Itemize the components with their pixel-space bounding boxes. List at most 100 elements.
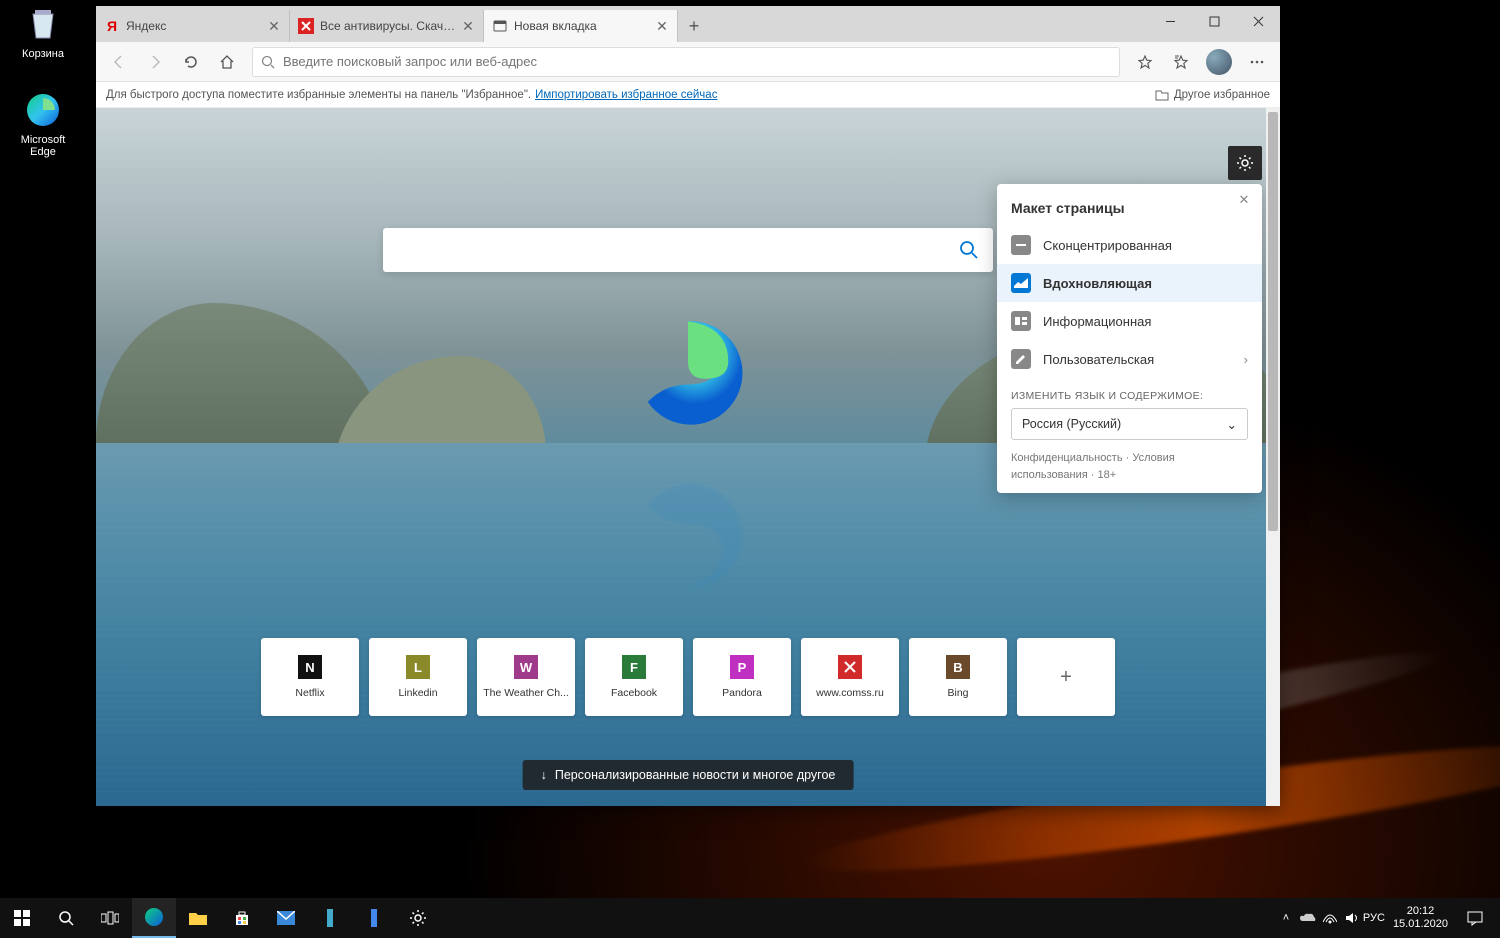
tile-icon: W (514, 655, 538, 679)
quicklink-bing[interactable]: B Bing (909, 638, 1007, 716)
tray-chevron-up-icon[interactable]: ˄ (1275, 912, 1297, 924)
language-value: Россия (Русский) (1022, 417, 1121, 431)
taskbar-store[interactable] (220, 898, 264, 938)
favorite-star-button[interactable] (1128, 46, 1162, 78)
tab-yandex[interactable]: Я Яндекс ✕ (96, 10, 290, 42)
tab-close-button[interactable]: ✕ (655, 19, 669, 33)
task-view-button[interactable] (88, 898, 132, 938)
language-select[interactable]: Россия (Русский) ⌄ (1011, 408, 1248, 440)
edge-logo (631, 316, 746, 431)
tile-icon: N (298, 655, 322, 679)
new-tab-button[interactable]: + (678, 10, 710, 42)
desktop-icon-recycle-bin[interactable]: Корзина (8, 4, 78, 60)
taskbar-app2[interactable] (352, 898, 396, 938)
tray-time: 20:12 (1393, 905, 1448, 918)
quicklink-weather[interactable]: WThe Weather Ch... (477, 638, 575, 716)
yandex-icon: Я (104, 18, 120, 34)
favorites-list-button[interactable] (1164, 46, 1198, 78)
import-favorites-link[interactable]: Импортировать избранное сейчас (535, 89, 717, 101)
taskbar-mail[interactable] (264, 898, 308, 938)
taskbar-edge[interactable] (132, 898, 176, 938)
home-button[interactable] (210, 46, 244, 78)
chevron-right-icon: › (1244, 352, 1248, 367)
flyout-footer: Конфиденциальность · Условия использован… (997, 440, 1262, 483)
refresh-button[interactable] (174, 46, 208, 78)
tile-label: Facebook (611, 687, 657, 699)
focused-layout-icon (1011, 235, 1031, 255)
maximize-button[interactable] (1192, 6, 1236, 36)
svg-text:Я: Я (107, 18, 117, 34)
layout-option-informational[interactable]: Информационная (997, 302, 1262, 340)
tab-close-button[interactable]: ✕ (461, 19, 475, 33)
personalized-news-button[interactable]: ↓ Персонализированные новости и многое д… (523, 760, 854, 790)
personalized-label: Персонализированные новости и многое дру… (555, 768, 836, 782)
start-button[interactable] (0, 898, 44, 938)
layout-option-focused[interactable]: Сконцентрированная (997, 226, 1262, 264)
taskbar-search-button[interactable] (44, 898, 88, 938)
favorites-hint-text: Для быстрого доступа поместите избранные… (106, 89, 531, 101)
layout-option-inspiring[interactable]: Вдохновляющая (997, 264, 1262, 302)
favorites-bar: Для быстрого доступа поместите избранные… (96, 82, 1280, 108)
minimize-button[interactable] (1148, 6, 1192, 36)
layout-option-label: Вдохновляющая (1043, 276, 1152, 291)
privacy-link[interactable]: Конфиденциальность (1011, 452, 1123, 464)
info-layout-icon (1011, 311, 1031, 331)
other-favorites-label: Другое избранное (1174, 89, 1270, 101)
new-tab-page: ✕ Макет страницы Сконцентрированная Вдох… (96, 108, 1280, 806)
close-window-button[interactable] (1236, 6, 1280, 36)
action-center-button[interactable] (1456, 910, 1494, 926)
tile-label: Netflix (295, 687, 324, 699)
window-controls (1148, 6, 1280, 36)
layout-option-label: Сконцентрированная (1043, 238, 1172, 253)
quicklink-pandora[interactable]: PPandora (693, 638, 791, 716)
tray-onedrive-icon[interactable] (1297, 913, 1319, 923)
taskbar-explorer[interactable] (176, 898, 220, 938)
desktop-icon-edge[interactable]: Microsoft Edge (8, 90, 78, 158)
profile-avatar[interactable] (1206, 49, 1232, 75)
tile-label: Pandora (722, 687, 762, 699)
taskbar-app1[interactable] (308, 898, 352, 938)
taskbar-settings[interactable] (396, 898, 440, 938)
scrollbar-thumb[interactable] (1268, 112, 1278, 531)
quicklink-add[interactable]: + (1017, 638, 1115, 716)
arrow-down-icon: ↓ (541, 768, 547, 782)
tile-icon: L (406, 655, 430, 679)
tab-title: Все антивирусы. Скачать беспл (320, 19, 457, 33)
desktop-icon-label: Microsoft Edge (8, 134, 78, 158)
back-button[interactable] (102, 46, 136, 78)
tray-language[interactable]: РУС (1363, 912, 1385, 924)
comss-icon (298, 18, 314, 34)
forward-button[interactable] (138, 46, 172, 78)
edge-logo-reflection (631, 478, 746, 593)
tile-icon: B (946, 655, 970, 679)
tray-clock[interactable]: 20:12 15.01.2020 (1385, 905, 1456, 931)
address-input[interactable] (283, 54, 1111, 69)
system-tray: ˄ РУС 20:12 15.01.2020 (1275, 905, 1500, 931)
tile-label: www.comss.ru (816, 687, 884, 699)
quicklink-linkedin[interactable]: LLinkedin (369, 638, 467, 716)
nav-toolbar (96, 42, 1280, 82)
tray-volume-icon[interactable] (1341, 912, 1363, 924)
ntp-search-box[interactable] (383, 228, 993, 272)
browser-window: Я Яндекс ✕ Все антивирусы. Скачать беспл… (96, 6, 1280, 806)
quicklink-netflix[interactable]: N Netflix (261, 638, 359, 716)
quicklink-comss[interactable]: www.comss.ru (801, 638, 899, 716)
layout-option-custom[interactable]: Пользовательская › (997, 340, 1262, 378)
tab-title: Новая вкладка (514, 19, 651, 33)
folder-icon (1155, 88, 1169, 102)
tab-close-button[interactable]: ✕ (267, 19, 281, 33)
tab-strip: Я Яндекс ✕ Все антивирусы. Скачать беспл… (96, 6, 1280, 42)
more-menu-button[interactable] (1240, 46, 1274, 78)
layout-option-label: Пользовательская (1043, 352, 1154, 367)
tab-newtab[interactable]: Новая вкладка ✕ (484, 10, 678, 42)
page-settings-button[interactable] (1228, 146, 1262, 180)
other-favorites-button[interactable]: Другое избранное (1155, 88, 1270, 102)
tray-network-icon[interactable] (1319, 912, 1341, 924)
vertical-scrollbar[interactable] (1266, 108, 1280, 806)
recycle-bin-icon (23, 4, 63, 44)
tab-antivirus[interactable]: Все антивирусы. Скачать беспл ✕ (290, 10, 484, 42)
address-bar[interactable] (252, 47, 1120, 77)
flyout-close-button[interactable]: ✕ (1234, 190, 1254, 210)
tile-label: Bing (947, 687, 968, 699)
quicklink-facebook[interactable]: FFacebook (585, 638, 683, 716)
